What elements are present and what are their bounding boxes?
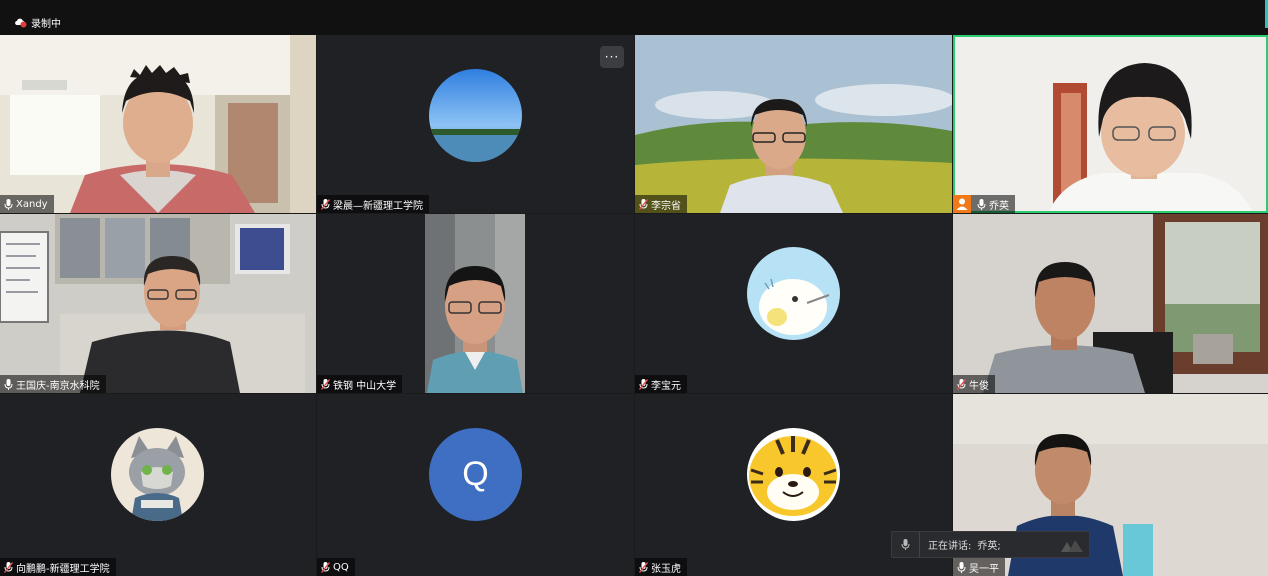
participant-video	[953, 214, 1268, 393]
video-tile-xandy[interactable]: Xandy	[0, 35, 316, 213]
participant-label: 向鹏鹏-新疆理工学院	[0, 558, 116, 576]
mic-icon	[977, 198, 986, 210]
participant-label: Xandy	[0, 195, 54, 213]
mic-muted-icon	[321, 198, 330, 210]
avatar: Q	[429, 428, 522, 521]
participant-name: 向鹏鹏-新疆理工学院	[16, 563, 110, 575]
video-tile-niujun[interactable]: 牛俊	[953, 214, 1268, 393]
mic-muted-icon	[321, 561, 330, 573]
host-icon	[953, 195, 971, 213]
avatar	[747, 247, 840, 340]
top-bar: 录制中	[0, 0, 1268, 35]
participant-name: Xandy	[16, 198, 48, 210]
video-grid: Xandy ··· 梁晨—新疆理工学院 李宗省 乔英 王国庆-南京水科院 铁钢 …	[0, 35, 1268, 576]
participant-video	[635, 35, 952, 213]
participant-label: 张玉虎	[635, 558, 687, 576]
participant-name: QQ	[333, 561, 349, 573]
participant-name: 王国庆-南京水科院	[16, 380, 100, 392]
mic-muted-icon	[639, 378, 648, 390]
speaking-mic[interactable]	[892, 532, 920, 557]
participant-video	[317, 214, 634, 393]
participant-video	[0, 35, 316, 213]
mic-icon	[957, 561, 966, 573]
participant-video	[953, 35, 1268, 213]
mic-muted-icon	[639, 561, 648, 573]
participant-label: 王国庆-南京水科院	[0, 375, 106, 393]
video-tile-tiegang[interactable]: 铁钢 中山大学	[317, 214, 634, 393]
participant-name: 乔英	[989, 200, 1009, 212]
participant-label: 李宗省	[635, 195, 687, 213]
video-tile-qiaoying[interactable]: 乔英	[953, 35, 1268, 213]
participant-video	[0, 214, 316, 393]
speaking-indicator: 正在讲话: 乔英;	[891, 531, 1090, 558]
recording-label: 录制中	[31, 18, 61, 30]
more-options-button[interactable]: ···	[600, 46, 624, 68]
participant-label: 李宝元	[635, 375, 687, 393]
participant-label: 乔英	[953, 195, 1015, 213]
video-tile-liangchen[interactable]: ··· 梁晨—新疆理工学院	[317, 35, 634, 213]
recording-indicator[interactable]: 录制中	[14, 14, 61, 30]
avatar	[429, 69, 522, 162]
speaking-label: 正在讲话:	[928, 541, 972, 552]
participant-label: 吴一平	[953, 558, 1005, 576]
app-logo-icon	[1061, 540, 1083, 552]
mic-muted-icon	[639, 198, 648, 210]
video-tile-qq[interactable]: Q QQ	[317, 394, 634, 576]
mic-icon	[901, 539, 910, 550]
mic-icon	[4, 198, 13, 210]
participant-name: 李宝元	[651, 380, 681, 392]
video-tile-libaoyuan[interactable]: 李宝元	[635, 214, 952, 393]
avatar-letter: Q	[462, 455, 489, 493]
video-tile-xiangpengpeng[interactable]: 向鹏鹏-新疆理工学院	[0, 394, 316, 576]
participant-name: 梁晨—新疆理工学院	[333, 200, 423, 212]
participant-name: 吴一平	[969, 563, 999, 575]
speaking-name: 乔英;	[977, 541, 1001, 552]
avatar	[111, 428, 204, 521]
video-tile-lizongsheng[interactable]: 李宗省	[635, 35, 952, 213]
participant-label: QQ	[317, 558, 355, 576]
mic-icon	[4, 378, 13, 390]
mic-muted-icon	[321, 378, 330, 390]
video-tile-wangguoqing[interactable]: 王国庆-南京水科院	[0, 214, 316, 393]
mic-muted-icon	[957, 378, 966, 390]
participant-name: 铁钢 中山大学	[333, 380, 397, 392]
participant-name: 张玉虎	[651, 563, 681, 575]
participant-label: 牛俊	[953, 375, 995, 393]
participant-label: 铁钢 中山大学	[317, 375, 403, 393]
cloud-record-icon	[15, 18, 27, 28]
avatar	[747, 428, 840, 521]
participant-name: 李宗省	[651, 200, 681, 212]
mic-muted-icon	[4, 561, 13, 573]
participant-label: 梁晨—新疆理工学院	[317, 195, 429, 213]
participant-name: 牛俊	[969, 380, 989, 392]
